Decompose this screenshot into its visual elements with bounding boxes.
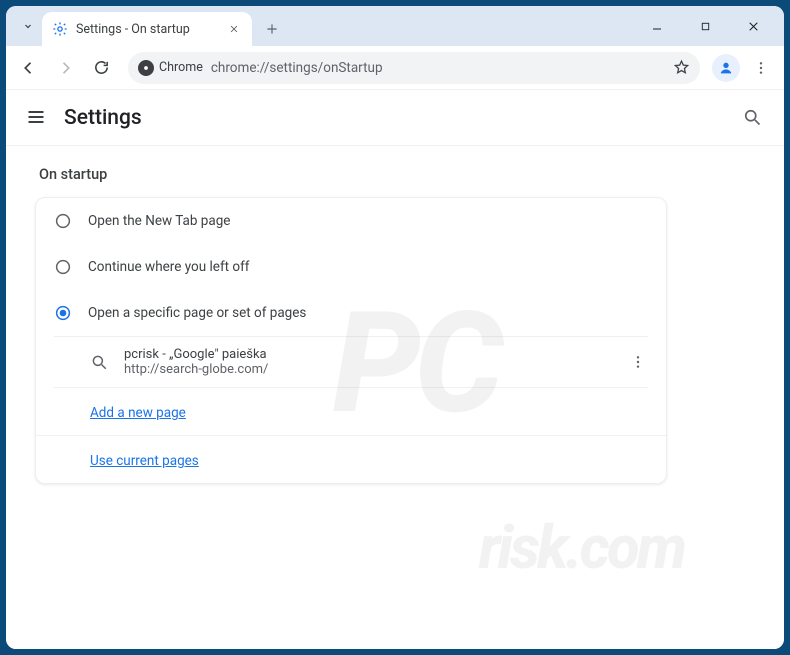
hamburger-menu-button[interactable] [26, 107, 48, 129]
arrow-right-icon [56, 59, 74, 77]
window-maximize-button[interactable] [690, 12, 720, 40]
close-tab-button[interactable] [226, 21, 242, 37]
radio-label: Open the New Tab page [88, 213, 230, 229]
person-icon [718, 60, 734, 76]
settings-search-button[interactable] [742, 107, 764, 129]
profile-button[interactable] [712, 54, 740, 82]
add-page-link[interactable]: Add a new page [90, 405, 186, 421]
page-content: PC risk.com Settings On startup Open the… [6, 90, 784, 649]
startup-page-title: pcrisk - „Google" paieška [124, 347, 268, 362]
gear-icon [52, 21, 68, 37]
startup-page-url: http://search-globe.com/ [124, 362, 268, 377]
window-close-button[interactable] [738, 12, 768, 40]
tab-title: Settings - On startup [76, 22, 190, 37]
chrome-logo-icon [138, 60, 154, 76]
radio-unselected-icon [54, 212, 72, 230]
chevron-down-icon [22, 20, 34, 32]
new-tab-button[interactable] [258, 15, 286, 43]
tabs-dropdown-button[interactable] [14, 12, 42, 40]
on-startup-card: Open the New Tab page Continue where you… [35, 197, 667, 484]
section-title: On startup [35, 164, 755, 197]
radio-row-specific[interactable]: Open a specific page or set of pages [36, 290, 666, 336]
tab-strip: Settings - On startup [6, 6, 784, 46]
close-icon [747, 20, 760, 33]
radio-label: Continue where you left off [88, 259, 250, 275]
browser-toolbar: Chrome chrome://settings/onStartup [6, 46, 784, 90]
reload-button[interactable] [86, 53, 116, 83]
address-bar[interactable]: Chrome chrome://settings/onStartup [128, 52, 700, 84]
browser-menu-button[interactable] [746, 53, 776, 83]
search-icon [90, 353, 108, 371]
arrow-left-icon [20, 59, 38, 77]
minimize-icon [651, 20, 663, 32]
startup-page-menu-button[interactable] [630, 354, 648, 370]
settings-header: Settings [6, 90, 784, 146]
use-current-link[interactable]: Use current pages [90, 453, 199, 469]
more-vert-icon [753, 60, 769, 76]
bookmark-button[interactable] [673, 59, 690, 76]
reload-icon [93, 59, 110, 76]
forward-button[interactable] [50, 53, 80, 83]
url-text: chrome://settings/onStartup [211, 60, 665, 76]
radio-row-newtab[interactable]: Open the New Tab page [36, 198, 666, 244]
radio-row-continue[interactable]: Continue where you left off [36, 244, 666, 290]
radio-label: Open a specific page or set of pages [88, 305, 306, 321]
star-icon [673, 59, 690, 76]
site-chip[interactable]: Chrome [138, 55, 203, 81]
menu-icon [26, 107, 46, 127]
more-vert-icon [630, 354, 646, 370]
radio-unselected-icon [54, 258, 72, 276]
plus-icon [265, 22, 279, 36]
back-button[interactable] [14, 53, 44, 83]
search-icon [742, 107, 762, 127]
maximize-icon [700, 21, 711, 32]
page-title: Settings [64, 106, 142, 130]
radio-selected-icon [54, 304, 72, 322]
site-chip-label: Chrome [159, 60, 203, 75]
startup-page-row: pcrisk - „Google" paieška http://search-… [36, 337, 666, 387]
use-current-row: Use current pages [36, 436, 666, 483]
browser-tab[interactable]: Settings - On startup [42, 12, 252, 46]
window-minimize-button[interactable] [642, 12, 672, 40]
close-icon [229, 24, 239, 34]
add-page-row: Add a new page [36, 388, 666, 435]
